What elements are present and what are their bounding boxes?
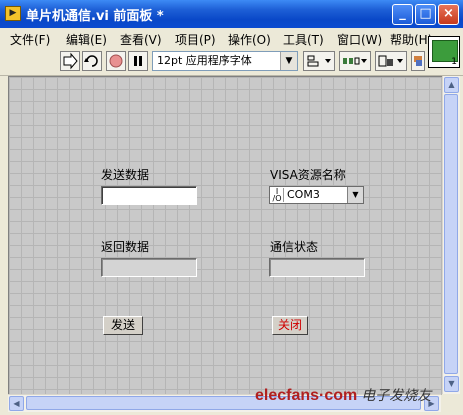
- menu-tools[interactable]: 工具(T): [283, 31, 324, 48]
- run-arrow-icon: [63, 52, 78, 70]
- watermark-text: elecfans·com: [255, 387, 358, 404]
- front-panel-canvas: [8, 76, 442, 395]
- menu-file[interactable]: 文件(F): [10, 31, 50, 48]
- send-data-label: 发送数据: [101, 168, 150, 182]
- run-continuously-icon: [84, 55, 98, 67]
- toolbar: 12pt 应用程序字体 ▼: [0, 49, 463, 76]
- return-data-label: 返回数据: [101, 240, 150, 254]
- stop-icon: [109, 54, 123, 68]
- run-arrow-button[interactable]: [60, 51, 80, 71]
- vertical-scroll-thumb[interactable]: [444, 94, 458, 374]
- menu-project[interactable]: 项目(P): [175, 31, 216, 48]
- vi-icon-number: 1: [451, 57, 457, 67]
- visa-resource-value: COM3: [287, 188, 320, 201]
- distribute-icon: [343, 57, 367, 65]
- comm-status-indicator: [269, 258, 365, 277]
- watermark-text-cn: 电子发烧友: [361, 387, 432, 403]
- font-selector[interactable]: 12pt 应用程序字体 ▼: [152, 51, 298, 71]
- scroll-up-icon[interactable]: ▲: [444, 77, 459, 93]
- run-continuously-button[interactable]: [82, 51, 102, 71]
- vertical-scrollbar[interactable]: ▲ ▼: [442, 76, 460, 394]
- menu-view[interactable]: 查看(V): [120, 31, 162, 48]
- title-bar: ▶ 单片机通信.vi 前面板 * _ □ ×: [0, 0, 463, 28]
- return-data-indicator: [101, 258, 197, 277]
- distribute-objects-button[interactable]: [339, 51, 371, 71]
- chevron-down-icon[interactable]: ▼: [347, 187, 363, 203]
- window-title: 单片机通信.vi 前面板 *: [26, 9, 164, 24]
- resize-objects-button[interactable]: [375, 51, 407, 71]
- pause-button[interactable]: [128, 51, 148, 71]
- labview-app-icon: ▶: [5, 6, 21, 21]
- vi-connector-icon[interactable]: 1: [428, 36, 460, 68]
- io-icon: I/O: [271, 188, 284, 203]
- menu-help[interactable]: 帮助(H): [390, 31, 432, 48]
- comm-status-label: 通信状态: [270, 240, 319, 254]
- reorder-button[interactable]: [411, 51, 425, 71]
- scroll-down-icon[interactable]: ▼: [444, 376, 459, 392]
- font-selector-value: 12pt 应用程序字体: [157, 54, 252, 67]
- align-icon: [307, 55, 331, 67]
- elecfans-watermark: elecfans·com 电子发烧友: [255, 385, 431, 405]
- minimize-button[interactable]: _: [392, 4, 413, 25]
- visa-resource-control[interactable]: I/O COM3 ▼: [269, 186, 364, 204]
- reorder-icon: [414, 56, 422, 66]
- abort-button[interactable]: [106, 51, 126, 71]
- resize-icon: [378, 55, 403, 67]
- pause-icon: [134, 56, 142, 66]
- scroll-left-icon[interactable]: ◀: [9, 396, 24, 411]
- menu-edit[interactable]: 编辑(E): [66, 31, 107, 48]
- menu-operate[interactable]: 操作(O): [228, 31, 271, 48]
- close-window-button[interactable]: ×: [438, 4, 459, 25]
- menu-window[interactable]: 窗口(W): [337, 31, 382, 48]
- maximize-button[interactable]: □: [415, 4, 436, 25]
- visa-resource-label: VISA资源名称: [270, 168, 346, 182]
- menu-bar: 文件(F) 编辑(E) 查看(V) 项目(P) 操作(O) 工具(T) 窗口(W…: [0, 28, 463, 49]
- close-button[interactable]: 关闭: [272, 316, 308, 335]
- send-data-input[interactable]: [101, 186, 197, 205]
- labview-front-panel-window: ▶ 单片机通信.vi 前面板 * _ □ × 文件(F) 编辑(E) 查看(V)…: [0, 0, 463, 415]
- chevron-down-icon: ▼: [280, 52, 297, 70]
- send-button[interactable]: 发送: [103, 316, 143, 335]
- align-objects-button[interactable]: [303, 51, 335, 71]
